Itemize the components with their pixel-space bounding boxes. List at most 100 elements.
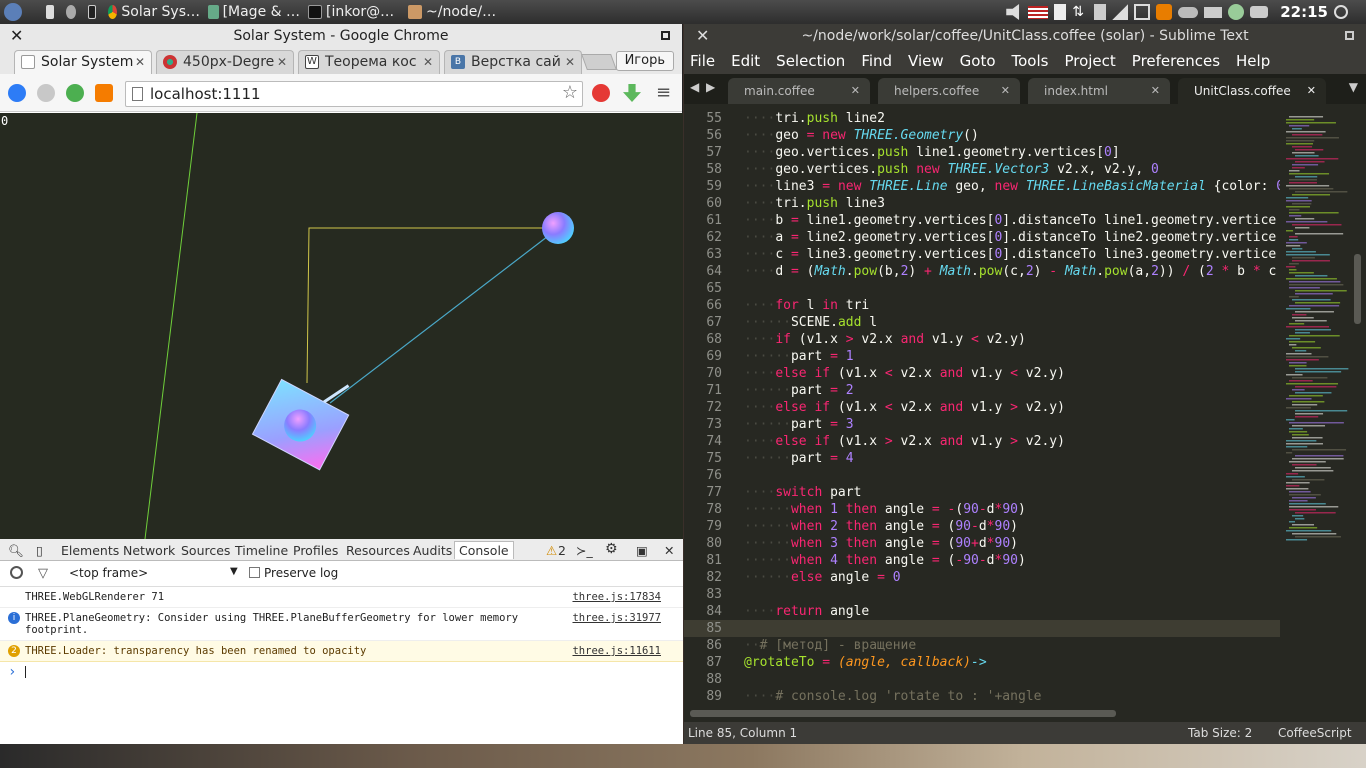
console-source-link[interactable]: three.js:17834: [572, 591, 661, 603]
code-line[interactable]: 56 ····geo = new THREE.Geometry(): [684, 127, 1280, 144]
tab-scroll-right-icon[interactable]: ▶: [706, 80, 715, 94]
code-line[interactable]: 57 ····geo.vertices.push line1.geometry.v…: [684, 144, 1280, 161]
code-line[interactable]: 69 ······part = 1: [684, 348, 1280, 365]
close-window-icon[interactable]: ✕: [696, 24, 709, 48]
device-mode-icon[interactable]: ▯: [36, 543, 43, 558]
download-extension-icon[interactable]: [623, 84, 641, 102]
code-line[interactable]: 67 ······SCENE.add l: [684, 314, 1280, 331]
tab-helpers-coffee[interactable]: helpers.coffee ✕: [878, 78, 1020, 104]
close-tab-icon[interactable]: ✕: [1151, 78, 1160, 104]
power-gear-icon[interactable]: [1334, 5, 1348, 19]
console-prompt[interactable]: ›: [0, 662, 683, 685]
mail-icon[interactable]: [1204, 6, 1223, 18]
maximize-icon[interactable]: [661, 31, 670, 40]
close-tab-icon[interactable]: ✕: [135, 51, 145, 73]
close-tab-icon[interactable]: ✕: [851, 78, 860, 104]
close-tab-icon[interactable]: ✕: [1307, 78, 1316, 104]
clipboard-icon[interactable]: [1054, 4, 1067, 20]
network-icon[interactable]: ⇅: [1072, 4, 1088, 20]
dock-side-icon[interactable]: ▣: [636, 543, 648, 558]
clock[interactable]: 22:15: [1280, 3, 1328, 21]
tab-timeline[interactable]: Timeline: [235, 543, 288, 558]
search-icon[interactable]: 🔍︎: [8, 543, 24, 559]
filter-icon[interactable]: ▽: [38, 566, 48, 581]
code-line[interactable]: 71 ······part = 2: [684, 382, 1280, 399]
frame-select[interactable]: <top frame>: [69, 566, 148, 580]
adblock-icon[interactable]: [592, 84, 610, 102]
profile-button[interactable]: Игорь: [615, 51, 674, 71]
camera-icon[interactable]: [1250, 6, 1269, 18]
menu-help[interactable]: Help: [1236, 52, 1270, 70]
code-line[interactable]: 60 ····tri.push line3: [684, 195, 1280, 212]
close-tab-icon[interactable]: ✕: [277, 51, 287, 73]
tab-index-html[interactable]: index.html ✕: [1028, 78, 1170, 104]
menu-find[interactable]: Find: [861, 52, 892, 70]
ubuntu-menu-button[interactable]: [0, 0, 42, 24]
tab-size-selector[interactable]: Tab Size: 2: [1188, 722, 1252, 744]
menu-selection[interactable]: Selection: [776, 52, 845, 70]
console-drawer-icon[interactable]: ≻_: [576, 543, 593, 558]
tab-degrees[interactable]: 450px-Degre ✕: [156, 50, 294, 74]
volume-icon[interactable]: [1006, 4, 1020, 20]
tab-console[interactable]: Console: [454, 541, 514, 559]
code-line[interactable]: 82 ······else angle = 0: [684, 569, 1280, 586]
frame-dropdown-icon[interactable]: ▼: [230, 566, 238, 577]
menu-edit[interactable]: Edit: [731, 52, 760, 70]
code-line[interactable]: 77 ····switch part: [684, 484, 1280, 501]
code-line[interactable]: 66 ····for l in tri: [684, 297, 1280, 314]
files-icon[interactable]: [1094, 4, 1107, 20]
code-line[interactable]: 85: [684, 620, 1280, 637]
chrome-menu-icon[interactable]: ≡: [656, 82, 671, 103]
menu-preferences[interactable]: Preferences: [1132, 52, 1220, 70]
console-source-link[interactable]: three.js:11611: [572, 645, 661, 657]
code-line[interactable]: 88: [684, 671, 1280, 688]
code-line[interactable]: 68 ····if (v1.x > v2.x and v1.y < v2.y): [684, 331, 1280, 348]
code-line[interactable]: 87 @rotateTo = (angle, callback)->: [684, 654, 1280, 671]
minimap[interactable]: [1282, 110, 1352, 708]
tab-audits[interactable]: Audits: [413, 543, 452, 558]
code-line[interactable]: 79 ······when 2 then angle = (90-d*90): [684, 518, 1280, 535]
horizontal-scrollbar[interactable]: [690, 710, 1116, 717]
code-editor[interactable]: 55 ····tri.push line2 56 ····geo = new THRE…: [684, 110, 1280, 708]
tab-resources[interactable]: Resources: [346, 543, 410, 558]
tab-cosine-theorem[interactable]: W Теорема кос ✕: [298, 50, 440, 74]
code-line[interactable]: 72 ····else if (v1.x < v2.x and v1.y > v2…: [684, 399, 1280, 416]
console-source-link[interactable]: three.js:31977: [572, 612, 661, 624]
new-tab-button[interactable]: [581, 54, 617, 70]
code-line[interactable]: 74 ····else if (v1.x > v2.x and v1.y > v2…: [684, 433, 1280, 450]
media-play-icon[interactable]: [1228, 4, 1245, 20]
taskbar-item-terminal[interactable]: [inkor@…: [304, 0, 404, 24]
webgl-scene-canvas[interactable]: 0: [0, 113, 683, 539]
code-line[interactable]: 70 ····else if (v1.x < v2.x and v1.y < v2…: [684, 365, 1280, 382]
code-line[interactable]: 63 ····c = line3.geometry.vertices[0].dis…: [684, 246, 1280, 263]
close-tab-icon[interactable]: ✕: [1001, 78, 1010, 104]
close-tab-icon[interactable]: ✕: [565, 51, 575, 73]
close-tab-icon[interactable]: ✕: [423, 51, 433, 73]
code-line[interactable]: 76: [684, 467, 1280, 484]
reload-icon[interactable]: [66, 84, 84, 102]
menu-project[interactable]: Project: [1064, 52, 1115, 70]
tab-solar-system[interactable]: Solar System ✕: [14, 50, 152, 74]
code-line[interactable]: 55 ····tri.push line2: [684, 110, 1280, 127]
tab-vk[interactable]: B Верстка сай ✕: [444, 50, 582, 74]
launcher-terminal-icon[interactable]: [84, 0, 104, 24]
clear-console-icon[interactable]: [10, 566, 23, 579]
code-line[interactable]: 89 ····# console.log 'rotate to : '+angle: [684, 688, 1280, 705]
code-line[interactable]: 81 ······when 4 then angle = (-90-d*90): [684, 552, 1280, 569]
syntax-selector[interactable]: CoffeeScript: [1278, 722, 1352, 744]
taskbar-item-chrome[interactable]: Solar Sys…: [104, 0, 204, 24]
menu-file[interactable]: File: [690, 52, 715, 70]
weather-icon[interactable]: [1178, 6, 1199, 18]
taskbar-item-folder[interactable]: ~/node/…: [404, 0, 504, 24]
code-line[interactable]: 84 ····return angle: [684, 603, 1280, 620]
launcher-files-icon[interactable]: [42, 0, 62, 24]
code-line[interactable]: 61 ····b = line1.geometry.vertices[0].dis…: [684, 212, 1280, 229]
preserve-log-checkbox[interactable]: [249, 567, 260, 578]
code-line[interactable]: 58 ····geo.vertices.push new THREE.Vector…: [684, 161, 1280, 178]
close-devtools-icon[interactable]: ✕: [664, 543, 674, 558]
address-bar[interactable]: localhost:1111 ☆: [125, 81, 583, 107]
bookmark-star-icon[interactable]: ☆: [562, 81, 578, 105]
code-line[interactable]: 75 ······part = 4: [684, 450, 1280, 467]
forward-icon[interactable]: [37, 84, 55, 102]
warning-icon[interactable]: ⚠: [546, 543, 557, 558]
